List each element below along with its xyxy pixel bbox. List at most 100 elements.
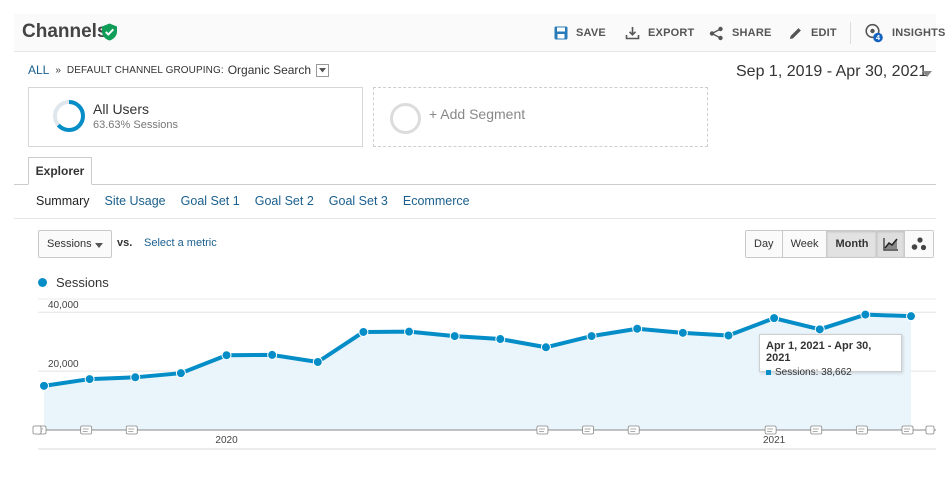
data-point	[221, 350, 232, 361]
tab-strip-line	[14, 184, 936, 185]
data-point	[723, 330, 734, 341]
tooltip-row: Sessions: 38,662	[766, 367, 895, 378]
data-point	[39, 380, 49, 391]
chart-tooltip: Apr 1, 2021 - Apr 30, 2021 Sessions: 38,…	[759, 334, 902, 378]
chart-type-toggle	[876, 230, 934, 258]
legend-swatch	[38, 278, 47, 287]
vs-label: vs.	[117, 237, 133, 249]
breadcrumb-dropdown[interactable]	[316, 63, 330, 77]
data-point	[175, 368, 186, 379]
granularity-week-button[interactable]: Week	[782, 231, 828, 257]
breadcrumb-all-link[interactable]: ALL	[28, 63, 49, 77]
caret-down-icon	[319, 67, 327, 72]
subnav-goal-set-3[interactable]: Goal Set 3	[329, 194, 388, 208]
x-tick-label: 2020	[215, 435, 238, 446]
share-icon	[709, 26, 723, 40]
data-point	[677, 327, 688, 338]
granularity-toggle: Day Week Month	[745, 230, 878, 258]
save-icon	[554, 26, 568, 40]
annotation-marker-icon	[925, 425, 935, 435]
tab-explorer[interactable]: Explorer	[28, 157, 92, 185]
edit-button[interactable]: EDIT	[788, 23, 837, 43]
annotation-marker-icon	[32, 425, 42, 435]
legend-label: Sessions	[56, 275, 109, 290]
segment-name: All Users	[93, 101, 150, 117]
data-point	[404, 326, 415, 337]
granularity-month-button[interactable]: Month	[827, 231, 877, 257]
segment-all-users[interactable]: All Users 63.63% Sessions	[28, 87, 363, 147]
y-tick-label: 40,000	[48, 300, 79, 311]
chart-legend: Sessions	[38, 275, 109, 290]
date-range-caret-icon[interactable]	[922, 71, 932, 77]
insights-badge: 4	[876, 33, 881, 42]
export-label: EXPORT	[648, 27, 695, 39]
page-title: Channels	[22, 21, 108, 42]
verified-shield-icon	[102, 23, 117, 41]
report-header: Channels SAVE EXPORT SHARE EDIT 4 INSIGH…	[14, 14, 945, 52]
line-chart-button[interactable]	[877, 231, 905, 257]
segment-detail: 63.63% Sessions	[93, 119, 178, 131]
metric-select-value: Sessions	[47, 238, 92, 250]
share-button[interactable]: SHARE	[709, 23, 772, 43]
save-label: SAVE	[576, 27, 606, 39]
insights-button[interactable]: 4 INSIGHTS	[864, 23, 946, 43]
explorer-subnav: Summary Site Usage Goal Set 1 Goal Set 2…	[36, 194, 485, 208]
data-point	[130, 372, 141, 383]
empty-segment-ring-icon	[390, 103, 421, 134]
subnav-site-usage[interactable]: Site Usage	[104, 194, 165, 208]
select-metric-link[interactable]: Select a metric	[144, 237, 217, 249]
insights-label: INSIGHTS	[892, 27, 946, 39]
granularity-day-button[interactable]: Day	[746, 231, 783, 257]
date-range-picker[interactable]: Sep 1, 2019 - Apr 30, 2021	[736, 63, 927, 81]
line-chart-icon	[882, 238, 898, 251]
data-point	[906, 311, 916, 322]
annotation-marker-icon	[810, 425, 823, 435]
metric-select[interactable]: Sessions	[38, 230, 112, 258]
subnav-divider	[14, 218, 936, 219]
data-point	[769, 313, 780, 324]
annotation-marker-icon	[125, 425, 138, 435]
sessions-chart[interactable]: 20,000 40,000 2020 2021	[0, 290, 950, 480]
segment-ring-icon	[53, 100, 85, 132]
breadcrumb: ALL » DEFAULT CHANNEL GROUPING: Organic …	[28, 63, 330, 77]
add-segment-label: + Add Segment	[429, 106, 526, 122]
save-button[interactable]: SAVE	[554, 23, 606, 43]
data-point	[632, 323, 643, 334]
data-point	[586, 331, 597, 342]
annotation-marker-icon	[627, 425, 640, 435]
annotation-marker-icon	[764, 425, 777, 435]
tooltip-swatch	[766, 370, 771, 375]
data-point	[84, 374, 95, 385]
subnav-summary[interactable]: Summary	[36, 194, 89, 208]
edit-label: EDIT	[811, 27, 837, 39]
subnav-ecommerce[interactable]: Ecommerce	[403, 194, 470, 208]
annotation-marker-icon	[855, 425, 868, 435]
annotation-marker-icon	[901, 425, 914, 435]
breadcrumb-value: Organic Search	[227, 63, 312, 77]
caret-down-icon	[95, 243, 103, 248]
data-point	[358, 326, 369, 337]
breadcrumb-separator: »	[55, 64, 61, 76]
export-icon	[625, 27, 640, 40]
subnav-goal-set-2[interactable]: Goal Set 2	[255, 194, 314, 208]
y-tick-label: 20,000	[48, 359, 79, 370]
tooltip-title: Apr 1, 2021 - Apr 30, 2021	[766, 340, 872, 364]
toolbar-divider	[850, 22, 851, 44]
share-label: SHARE	[732, 27, 772, 39]
data-point	[267, 349, 278, 360]
export-button[interactable]: EXPORT	[625, 23, 694, 43]
data-point	[540, 342, 551, 353]
motion-chart-button[interactable]	[905, 231, 933, 257]
data-point	[814, 324, 825, 335]
annotation-marker-icon	[80, 425, 93, 435]
annotation-marker-icon	[536, 425, 549, 435]
annotation-marker-icon	[582, 425, 594, 435]
subnav-goal-set-1[interactable]: Goal Set 1	[181, 194, 240, 208]
tooltip-value: Sessions: 38,662	[775, 367, 852, 378]
add-segment-button[interactable]: + Add Segment	[373, 87, 708, 147]
data-point	[312, 356, 323, 367]
data-point	[860, 309, 871, 320]
breadcrumb-grouping: DEFAULT CHANNEL GROUPING:	[66, 64, 224, 76]
x-tick-label: 2021	[763, 435, 786, 446]
bubble-chart-icon	[911, 237, 927, 251]
